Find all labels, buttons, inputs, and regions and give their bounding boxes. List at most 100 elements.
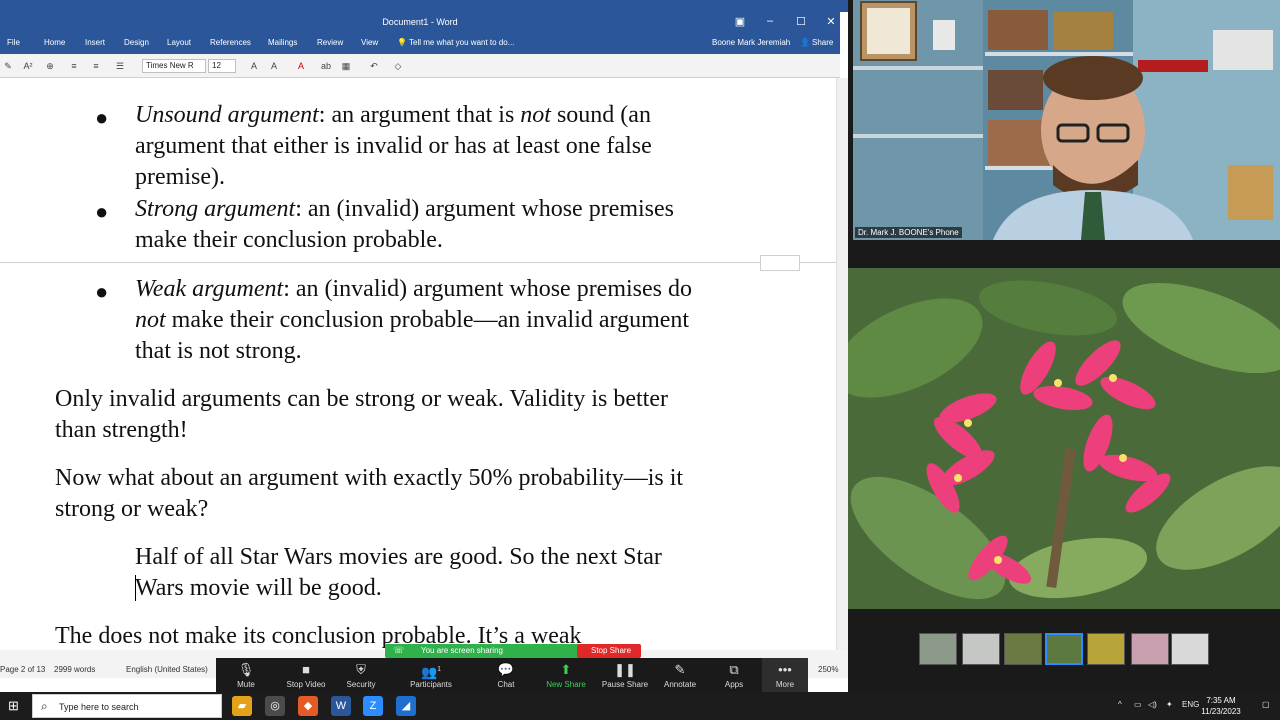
bullet-3: ● — [95, 279, 109, 304]
background-thumb-1[interactable] — [919, 633, 957, 665]
styles-icon[interactable]: ◇ — [392, 60, 404, 72]
share-icon: 👤 — [800, 38, 810, 47]
link-icon[interactable]: ⊕ — [44, 60, 56, 72]
background-thumb-3[interactable] — [1004, 633, 1042, 665]
more-button[interactable]: ••• More — [762, 658, 808, 692]
shield-icon: ⛨ — [356, 662, 366, 677]
term-weak: Weak argument — [135, 276, 284, 302]
bullet-2: ● — [95, 199, 109, 224]
search-placeholder: Type here to search — [59, 702, 139, 712]
close-button[interactable]: ✕ — [821, 15, 841, 28]
lightbulb-icon: 💡 — [397, 38, 407, 47]
font-size-box[interactable]: 12 — [208, 59, 236, 73]
tab-layout[interactable]: Layout — [167, 38, 191, 47]
flower-photo — [848, 268, 1280, 609]
webcam-video[interactable] — [853, 0, 1280, 240]
align-left-icon[interactable]: ≡ — [90, 60, 102, 72]
screen: Document1 - Word ▣ – ☐ ✕ File Home Inser… — [0, 0, 1280, 720]
align-center-icon[interactable]: ≡ — [68, 60, 80, 72]
bullet-weak: Weak argument: an (invalid) argument who… — [135, 276, 692, 364]
tab-home[interactable]: Home — [44, 38, 65, 47]
bullets-icon[interactable]: ☰ — [114, 60, 126, 72]
word-app-icon[interactable]: W — [331, 696, 351, 716]
format-painter-icon[interactable]: ✎ — [2, 60, 14, 72]
pause-share-button[interactable]: ❚❚ Pause Share — [595, 658, 655, 692]
background-thumb-5[interactable] — [1087, 633, 1125, 665]
background-thumb-6[interactable] — [1131, 633, 1169, 665]
background-thumb-7[interactable] — [1171, 633, 1209, 665]
volume-icon[interactable]: ◁) — [1148, 700, 1157, 709]
strikethrough-icon[interactable]: ab — [320, 60, 332, 72]
tab-design[interactable]: Design — [124, 38, 149, 47]
term-unsound: Unsound argument — [135, 102, 319, 128]
font-name-box[interactable]: Times New R — [142, 59, 206, 73]
chat-icon: 💬 — [497, 662, 515, 677]
sharing-text: You are screen sharing — [421, 646, 503, 655]
share-button[interactable]: Share — [812, 38, 833, 47]
network-icon[interactable]: ▭ — [1134, 700, 1142, 709]
maximize-button[interactable]: ☐ — [791, 15, 811, 28]
page-count[interactable]: Page 2 of 13 — [0, 665, 45, 674]
window-title: Document1 - Word — [382, 17, 458, 27]
new-share-button[interactable]: ⬆ New Share — [536, 658, 596, 692]
stop-share-button[interactable]: Stop Share — [577, 644, 641, 658]
input-language[interactable]: ENG — [1182, 700, 1199, 709]
zoom-level[interactable]: 250% — [818, 665, 838, 674]
background-thumb-4-selected[interactable] — [1045, 633, 1083, 665]
brave-browser-icon[interactable]: ◆ — [298, 696, 318, 716]
search-icon: ⌕ — [41, 699, 48, 713]
dropbox-icon[interactable]: ✦ — [1166, 700, 1173, 709]
file-explorer-icon[interactable]: ▰ — [232, 696, 252, 716]
undo-icon[interactable]: ↶ — [368, 60, 380, 72]
minimize-button[interactable]: – — [760, 15, 780, 27]
tab-insert[interactable]: Insert — [85, 38, 105, 47]
share-arrow-icon: ⬆ — [560, 662, 572, 677]
windows-start-icon[interactable]: ⊞ — [8, 699, 22, 713]
language-status[interactable]: English (United States) — [126, 665, 208, 674]
title-bar: Document1 - Word ▣ – ☐ ✕ — [0, 12, 840, 34]
mute-button[interactable]: 🎙 Mute — [216, 658, 276, 692]
word-window: Document1 - Word ▣ – ☐ ✕ File Home Inser… — [0, 0, 848, 692]
tab-review[interactable]: Review — [317, 38, 343, 47]
taskbar-search[interactable]: ⌕ Type here to search — [32, 694, 222, 718]
pause-icon: ❚❚ — [614, 662, 636, 677]
subscript-icon[interactable]: A² — [22, 60, 34, 72]
chat-button[interactable]: 💬 Chat — [476, 658, 536, 692]
word-count[interactable]: 2999 words — [54, 665, 95, 674]
bullet-1: ● — [95, 105, 109, 130]
home-toolbar: ✎ A² ⊕ ≡ ≡ ☰ Times New R 12 A A A ab ▦ ↶… — [0, 54, 840, 78]
tab-mailings[interactable]: Mailings — [268, 38, 297, 47]
zoom-app-icon[interactable]: Z — [363, 696, 383, 716]
apps-icon: ⧉ — [729, 662, 739, 677]
annotate-button[interactable]: ✎ Annotate — [650, 658, 710, 692]
bullet-unsound: Unsound argument: an argument that is no… — [135, 102, 652, 190]
grow-font-icon[interactable]: A — [248, 60, 260, 72]
shrink-font-icon[interactable]: A — [268, 60, 280, 72]
table-icon[interactable]: ▦ — [340, 60, 352, 72]
taskbar-clock[interactable]: 7:35 AM 11/23/2023 — [1198, 695, 1244, 717]
notifications-icon[interactable]: ▢ — [1262, 700, 1270, 709]
security-button[interactable]: ⛨ Security — [331, 658, 391, 692]
tell-me-box[interactable]: Tell me what you want to do... — [409, 38, 514, 47]
vertical-scrollbar[interactable] — [836, 78, 848, 650]
paragraph-only-invalid: Only invalid arguments can be strong or … — [55, 386, 668, 443]
background-thumb-2[interactable] — [962, 633, 1000, 665]
participants-button[interactable]: 👥1 Participants — [401, 658, 461, 692]
tray-chevron-icon[interactable]: ^ — [1118, 700, 1122, 709]
zoom-toolbar: 🎙 Mute ■ Stop Video ⛨ Security 👥1 Participan… — [216, 658, 808, 692]
font-color-icon[interactable]: A — [295, 60, 307, 72]
ellipsis-icon: ••• — [778, 662, 792, 677]
app-icon[interactable]: ◎ — [265, 696, 285, 716]
text-cursor — [135, 575, 136, 601]
ribbon-display-icon[interactable]: ▣ — [730, 15, 750, 28]
ribbon-tabs: File Home Insert Design Layout Reference… — [0, 34, 840, 54]
apps-button[interactable]: ⧉ Apps — [704, 658, 764, 692]
user-name[interactable]: Boone Mark Jeremiah — [712, 38, 790, 47]
app-icon-blue[interactable]: ◢ — [396, 696, 416, 716]
tab-view[interactable]: View — [361, 38, 378, 47]
stop-video-button[interactable]: ■ Stop Video — [276, 658, 336, 692]
document-body[interactable]: ● Unsound argument: an argument that is … — [0, 78, 836, 650]
windows-taskbar: ⊞ ⌕ Type here to search ▰ ◎ ◆ W Z ◢ ^ ▭ … — [0, 692, 1280, 720]
tab-file[interactable]: File — [7, 38, 20, 47]
tab-references[interactable]: References — [210, 38, 251, 47]
